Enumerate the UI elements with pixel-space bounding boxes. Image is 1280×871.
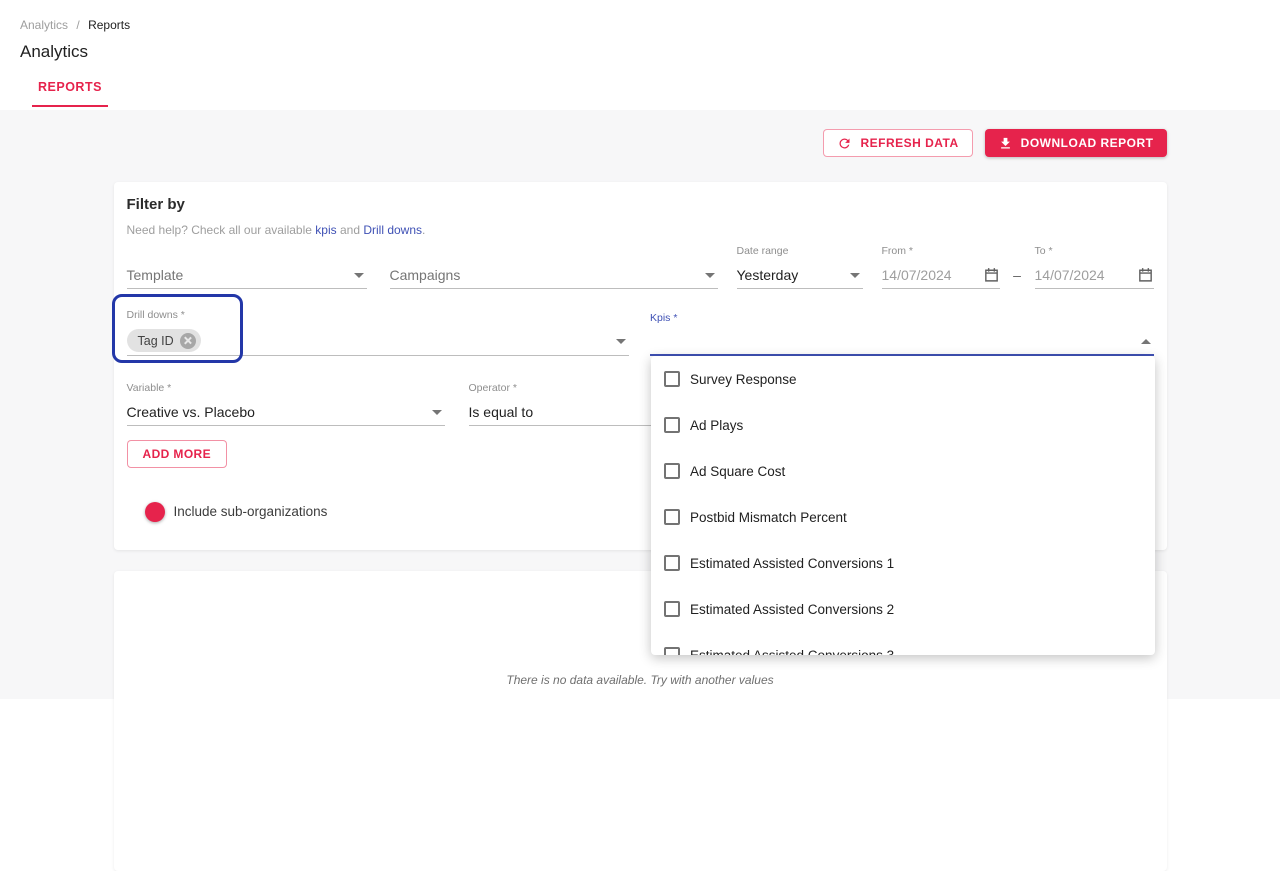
checkbox-icon[interactable] (664, 509, 680, 525)
breadcrumb-separator: / (76, 18, 79, 32)
chevron-up-icon (1141, 339, 1151, 344)
download-icon (998, 136, 1013, 151)
variable-label: Variable * (127, 382, 445, 394)
checkbox-icon[interactable] (664, 371, 680, 387)
checkbox-icon[interactable] (664, 417, 680, 433)
kpis-dropdown-panel: Survey Response Ad Plays Ad Square Cost … (651, 356, 1155, 655)
date-range-value: Yesterday (737, 267, 799, 283)
chevron-down-icon (850, 273, 860, 278)
tab-reports[interactable]: REPORTS (32, 80, 108, 107)
breadcrumb-analytics[interactable]: Analytics (20, 18, 68, 32)
close-icon[interactable] (180, 333, 196, 349)
calendar-icon[interactable] (1137, 266, 1154, 288)
kpi-option[interactable]: Survey Response (651, 356, 1155, 402)
to-date-label: To * (1035, 245, 1154, 257)
date-range-label: Date range (737, 245, 863, 257)
checkbox-icon[interactable] (664, 555, 680, 571)
tab-bar: REPORTS (32, 78, 1260, 107)
add-more-button[interactable]: ADD MORE (127, 440, 228, 468)
template-placeholder: Template (127, 267, 184, 283)
drill-downs-label: Drill downs * (127, 309, 630, 321)
breadcrumb-reports: Reports (88, 18, 130, 32)
date-range-select[interactable]: Yesterday (737, 262, 863, 289)
chevron-down-icon (432, 410, 442, 415)
chevron-down-icon (705, 273, 715, 278)
drill-downs-select[interactable]: Tag ID (127, 326, 630, 356)
campaigns-placeholder: Campaigns (390, 267, 461, 283)
refresh-icon (837, 136, 852, 151)
toolbar: REFRESH DATA DOWNLOAD REPORT (114, 110, 1167, 157)
kpi-option-label: Estimated Assisted Conversions 3 (690, 648, 894, 656)
breadcrumb: Analytics / Reports (20, 18, 1260, 32)
kpi-option-label: Estimated Assisted Conversions 2 (690, 602, 894, 617)
help-suffix: . (422, 223, 425, 237)
from-date-label: From * (882, 245, 1000, 257)
kpi-option-label: Ad Square Cost (690, 464, 785, 479)
top-header: Analytics / Reports Analytics REPORTS (0, 0, 1280, 110)
kpi-option[interactable]: Estimated Assisted Conversions 2 (651, 586, 1155, 632)
help-text: Need help? Check all our available kpis … (127, 223, 1154, 237)
to-date-value: 14/07/2024 (1035, 267, 1105, 283)
kpi-option[interactable]: Estimated Assisted Conversions 1 (651, 540, 1155, 586)
kpis-link[interactable]: kpis (315, 223, 336, 237)
date-range-dash: – (1000, 267, 1035, 289)
kpis-label: Kpis * (650, 312, 1154, 324)
kpi-option-label: Ad Plays (690, 418, 743, 433)
page-title: Analytics (20, 42, 1260, 62)
checkbox-icon[interactable] (664, 601, 680, 617)
kpis-select[interactable] (650, 329, 1154, 356)
calendar-icon[interactable] (983, 266, 1000, 288)
variable-select[interactable]: Creative vs. Placebo (127, 399, 445, 426)
refresh-data-button[interactable]: REFRESH DATA (823, 129, 972, 157)
help-prefix: Need help? Check all our available (127, 223, 316, 237)
include-sub-organizations-label: Include sub-organizations (174, 504, 328, 519)
drill-downs-chip: Tag ID (127, 329, 201, 352)
chip-label: Tag ID (138, 334, 174, 348)
kpi-option[interactable]: Postbid Mismatch Percent (651, 494, 1155, 540)
help-and: and (337, 223, 364, 237)
chevron-down-icon (354, 273, 364, 278)
variable-value: Creative vs. Placebo (127, 404, 255, 420)
template-select[interactable]: Template (127, 262, 367, 289)
kpi-option[interactable]: Ad Plays (651, 402, 1155, 448)
from-date-value: 14/07/2024 (882, 267, 952, 283)
kpi-option-label: Postbid Mismatch Percent (690, 510, 847, 525)
include-sub-organizations-toggle[interactable] (129, 505, 162, 519)
chevron-down-icon (616, 339, 626, 344)
empty-state-message: There is no data available. Try with ano… (114, 673, 1167, 687)
download-report-label: DOWNLOAD REPORT (1021, 136, 1154, 150)
kpi-option-label: Survey Response (690, 372, 797, 387)
filter-card-title: Filter by (127, 196, 1154, 213)
checkbox-icon[interactable] (664, 463, 680, 479)
campaigns-select[interactable]: Campaigns (390, 262, 718, 289)
download-report-button[interactable]: DOWNLOAD REPORT (985, 129, 1167, 157)
kpi-option[interactable]: Ad Square Cost (651, 448, 1155, 494)
kpi-option-label: Estimated Assisted Conversions 1 (690, 556, 894, 571)
refresh-data-label: REFRESH DATA (860, 136, 958, 150)
toggle-knob (145, 502, 165, 522)
drill-downs-link[interactable]: Drill downs (363, 223, 422, 237)
operator-value: Is equal to (469, 404, 534, 420)
from-date-input[interactable]: 14/07/2024 (882, 262, 1000, 289)
to-date-input[interactable]: 14/07/2024 (1035, 262, 1154, 289)
kpi-option[interactable]: Estimated Assisted Conversions 3 (651, 632, 1155, 655)
checkbox-icon[interactable] (664, 647, 680, 655)
